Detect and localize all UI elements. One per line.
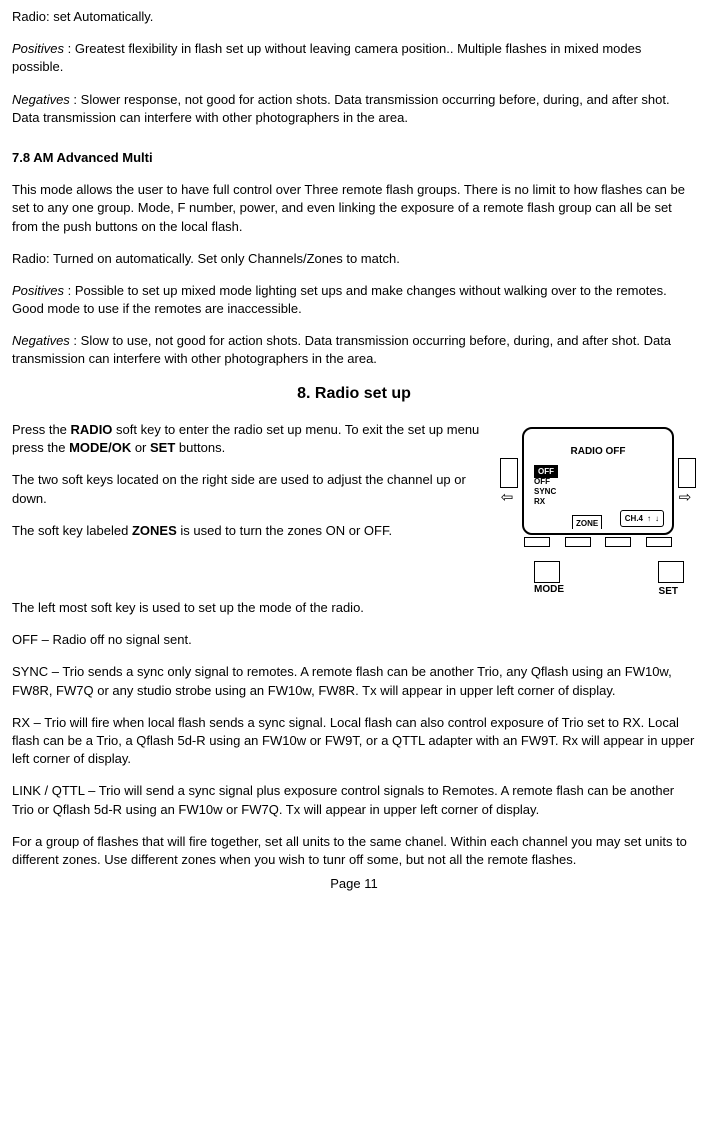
soft-keys-row	[524, 537, 672, 547]
text: : Greatest flexibility in flash set up w…	[12, 41, 641, 74]
text: Press the	[12, 422, 71, 437]
page-number: Page 11	[12, 875, 696, 893]
hard-keys-row	[534, 561, 684, 583]
soft-key	[605, 537, 631, 547]
text-paragraph: LINK / QTTL – Trio will send a sync sign…	[12, 782, 696, 818]
heading-8: 8. Radio set up	[12, 383, 696, 405]
kw-zones: ZONES	[132, 523, 177, 538]
text: The soft key labeled	[12, 523, 132, 538]
label-positives: Positives	[12, 283, 64, 298]
side-key-left	[500, 458, 518, 488]
lcd-opt-off: OFF	[534, 477, 556, 487]
mode-button	[534, 561, 560, 583]
text: : Slow to use, not good for action shots…	[12, 333, 671, 366]
text-line: Radio: Turned on automatically. Set only…	[12, 250, 696, 268]
text-paragraph: Press the RADIO soft key to enter the ra…	[12, 421, 494, 457]
text-paragraph: Positives : Possible to set up mixed mod…	[12, 282, 696, 318]
text-paragraph: Positives : Greatest flexibility in flas…	[12, 40, 696, 76]
text: is used to turn the zones ON or OFF.	[177, 523, 392, 538]
text-paragraph: The soft key labeled ZONES is used to tu…	[12, 522, 494, 540]
label-negatives: Negatives	[12, 333, 70, 348]
text: or	[131, 440, 150, 455]
lcd-screen: RADIO OFF OFF OFF SYNC RX ZONE CH.4 ↑ ↓	[522, 427, 674, 535]
text-paragraph: For a group of flashes that will fire to…	[12, 833, 696, 869]
text-line: Radio: set Automatically.	[12, 8, 696, 26]
lcd-option-list: OFF SYNC RX	[534, 477, 556, 507]
mode-label: MODE	[534, 585, 564, 599]
arrow-up-icon: ↑	[647, 513, 651, 524]
lcd-channel-label: CH.4	[625, 513, 643, 524]
lcd-diagram: ⇦ RADIO OFF OFF OFF SYNC RX ZONE CH.4 ↑ …	[500, 427, 696, 599]
kw-mode-ok: MODE/OK	[69, 440, 131, 455]
text: : Possible to set up mixed mode lighting…	[12, 283, 667, 316]
label-negatives: Negatives	[12, 92, 70, 107]
text-paragraph: SYNC – Trio sends a sync only signal to …	[12, 663, 696, 699]
lcd-channel-box: CH.4 ↑ ↓	[620, 510, 664, 527]
text: : Slower response, not good for action s…	[12, 92, 670, 125]
kw-radio: RADIO	[71, 422, 113, 437]
arrow-right-icon: ⇨	[678, 490, 692, 505]
text-paragraph: This mode allows the user to have full c…	[12, 181, 696, 236]
lcd-opt-sync: SYNC	[534, 487, 556, 497]
text-line: OFF – Radio off no signal sent.	[12, 631, 696, 649]
text: buttons.	[175, 440, 225, 455]
side-key-right	[678, 458, 696, 488]
soft-key	[524, 537, 550, 547]
label-positives: Positives	[12, 41, 64, 56]
soft-key	[646, 537, 672, 547]
arrow-down-icon: ↓	[655, 513, 659, 524]
soft-key	[565, 537, 591, 547]
set-label: SET	[656, 585, 678, 599]
text-paragraph: The two soft keys located on the right s…	[12, 471, 494, 507]
kw-set: SET	[150, 440, 175, 455]
lcd-zone-box: ZONE	[572, 515, 602, 529]
text-paragraph: Negatives : Slow to use, not good for ac…	[12, 332, 696, 368]
text-paragraph: Negatives : Slower response, not good fo…	[12, 91, 696, 127]
lcd-title: RADIO OFF	[524, 445, 672, 459]
set-button	[658, 561, 684, 583]
lcd-opt-rx: RX	[534, 497, 556, 507]
arrow-left-icon: ⇦	[500, 490, 514, 505]
heading-7-8: 7.8 AM Advanced Multi	[12, 149, 696, 167]
text-paragraph: RX – Trio will fire when local flash sen…	[12, 714, 696, 769]
text-paragraph: The left most soft key is used to set up…	[12, 599, 696, 617]
